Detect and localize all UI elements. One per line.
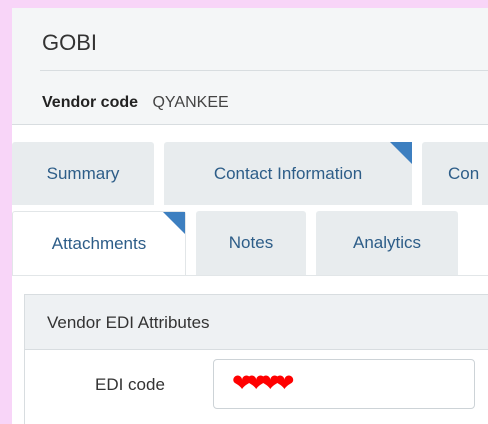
tab-analytics[interactable]: Analytics: [316, 211, 458, 275]
tab-con[interactable]: Con: [422, 142, 488, 205]
tab-attachments-label: Attachments: [51, 233, 147, 253]
tab-summary-label: Summary: [46, 163, 120, 183]
flag-icon: [390, 142, 412, 164]
tab-contact-information[interactable]: Contact Information: [164, 142, 412, 205]
flag-icon: [163, 212, 185, 234]
tab-analytics-label: Analytics: [352, 233, 422, 252]
redaction-hearts-icon: ❤❤❤❤: [232, 370, 294, 397]
vendor-name: GOBI: [42, 30, 98, 55]
tabs-area: Summary Contact Information Con Attachme…: [12, 125, 488, 275]
tab-notes-label: Notes: [228, 233, 274, 252]
tab-attachments[interactable]: Attachments: [12, 211, 186, 275]
tabs-divider: [12, 275, 488, 276]
tab-summary[interactable]: Summary: [12, 142, 154, 205]
vendor-code-value: QYANKEE: [152, 94, 229, 111]
vendor-header: GOBI Vendor code QYANKEE: [12, 8, 488, 125]
section-header[interactable]: Vendor EDI Attributes: [25, 295, 488, 350]
section-title: Vendor EDI Attributes: [47, 313, 210, 332]
vendor-code-row: Vendor code QYANKEE: [42, 94, 229, 112]
edi-code-field[interactable]: ❤❤❤❤: [213, 359, 475, 409]
tab-con-label: Con: [448, 163, 480, 183]
header-divider: [40, 70, 488, 71]
top-band: [12, 0, 488, 8]
tab-contact-information-label: Contact Information: [213, 163, 363, 183]
vendor-code-label: Vendor code: [42, 94, 139, 111]
vendor-edi-section: Vendor EDI Attributes EDI code ❤❤❤❤: [24, 294, 488, 424]
vendor-panel: GOBI Vendor code QYANKEE Summary Contact…: [12, 0, 488, 424]
edi-code-label: EDI code: [95, 375, 165, 394]
tab-notes[interactable]: Notes: [196, 211, 306, 275]
